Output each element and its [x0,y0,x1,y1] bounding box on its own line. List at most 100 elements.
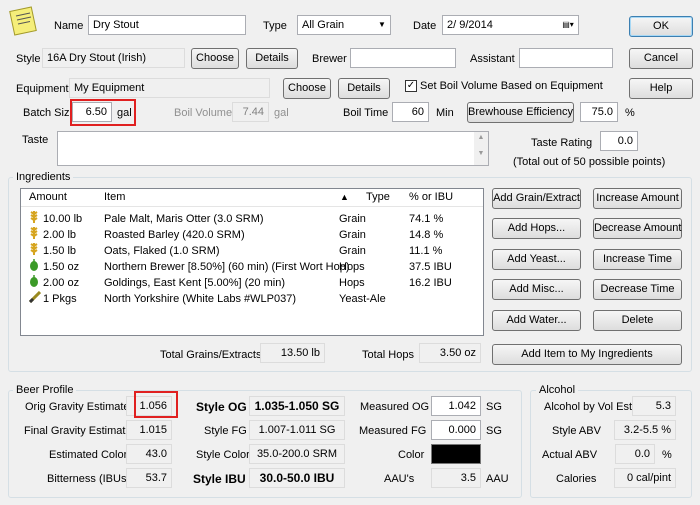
col-item[interactable]: Item [104,191,125,203]
add-hops-button[interactable]: Add Hops... [492,218,581,239]
ingredient-ibu: 11.1 % [409,245,443,257]
measured-fg-input[interactable]: 0.000 [431,420,481,440]
add-water-button[interactable]: Add Water... [492,310,581,331]
batch-size-label: Batch Size [23,107,76,119]
style-abv-field: 3.2-5.5 % [614,420,676,440]
style-color-field: 35.0-200.0 SRM [249,444,345,464]
style-fg-field: 1.007-1.011 SG [249,420,345,440]
beer-profile-group-title: Beer Profile [13,384,77,396]
og-highlight [134,391,178,418]
delete-button[interactable]: Delete [593,310,682,331]
style-ibu-label: Style IBU [193,472,246,486]
measured-fg-label: Measured FG [359,425,427,437]
brewhouse-efficiency-unit: % [625,107,635,119]
increase-amount-button[interactable]: Increase Amount [593,188,682,209]
app-icon [8,6,38,36]
style-og-field: 1.035-1.050 SG [249,396,345,416]
taste-rating-label: Taste Rating [531,137,593,149]
ingredient-ibu: 74.1 % [409,213,444,225]
ingredient-amount: 2.00 lb [43,229,77,241]
actual-abv-unit: % [662,449,672,461]
style-label: Style [16,53,41,65]
assistant-input[interactable] [519,48,613,68]
scroll-up-icon: ▲ [477,134,485,141]
help-button[interactable]: Help [629,78,693,99]
ingredient-row[interactable]: 10.00 lb Pale Malt, Maris Otter (3.0 SRM… [21,211,483,227]
ingredient-amount: 2.00 oz [43,277,80,289]
hops-icon [29,275,39,287]
cancel-button[interactable]: Cancel [629,48,693,69]
taste-textarea[interactable] [57,131,489,166]
boil-time-label: Boil Time [343,107,389,119]
measured-og-unit: SG [486,401,502,413]
boil-time-input[interactable]: 60 [392,102,429,122]
boil-volume-label: Boil Volume [174,107,233,119]
set-boil-checkbox[interactable]: ✓ [405,80,417,92]
ingredient-type: Grain [339,245,366,257]
type-select[interactable]: All Grain ▼ [297,15,391,35]
style-fg-label: Style FG [204,425,247,437]
ingredient-row[interactable]: 2.00 lb Roasted Barley (420.0 SRM) Grain… [21,227,483,243]
ibu-label: Bitterness (IBUs) [47,473,131,485]
style-choose-button[interactable]: Choose [191,48,239,69]
add-misc-button[interactable]: Add Misc... [492,279,581,300]
add-grain-button[interactable]: Add Grain/Extract [492,188,581,209]
actual-abv-field: 0.0 [615,444,655,464]
ingredient-type: Hops [339,277,365,289]
add-to-my-ingredients-button[interactable]: Add Item to My Ingredients [492,344,682,365]
grain-icon [29,211,39,223]
ingredient-row[interactable]: 2.00 oz Goldings, East Kent [5.00%] (20 … [21,275,483,291]
ingredient-item: North Yorkshire (White Labs #WLP037) [104,293,296,305]
hops-icon [29,259,39,271]
style-details-button[interactable]: Details [246,48,298,69]
alcohol-group-title: Alcohol [536,384,579,396]
ingredient-type: Grain [339,229,366,241]
actual-abv-label: Actual ABV [542,449,598,461]
estimated-color-field: 43.0 [126,444,172,464]
ingredient-row[interactable]: 1 Pkgs North Yorkshire (White Labs #WLP0… [21,290,483,307]
style-abv-label: Style ABV [552,425,601,437]
brewhouse-efficiency-button[interactable]: Brewhouse Efficiency [467,102,574,123]
total-hops-label: Total Hops [362,349,414,361]
measured-og-input[interactable]: 1.042 [431,396,481,416]
aau-unit: AAU [486,473,509,485]
equipment-details-button[interactable]: Details [338,78,390,99]
date-label: Date [413,20,437,32]
ok-button[interactable]: OK [629,16,693,37]
increase-time-button[interactable]: Increase Time [593,249,682,270]
date-picker[interactable]: 2/ 9/2014 ▤▾ [442,15,579,35]
col-type[interactable]: Type [366,191,390,203]
chevron-down-icon: ▼ [378,20,386,29]
grain-icon [29,227,39,239]
ingredient-row[interactable]: 1.50 lb Oats, Flaked (1.0 SRM) Grain 11.… [21,243,483,259]
taste-label: Taste [22,134,49,146]
aau-field: 3.5 [431,468,481,488]
name-label: Name [54,20,84,32]
equipment-field: My Equipment [69,78,270,98]
decrease-time-button[interactable]: Decrease Time [593,279,682,300]
ingredient-amount: 1.50 oz [43,261,80,273]
taste-rating-input[interactable]: 0.0 [600,131,638,151]
equipment-choose-button[interactable]: Choose [283,78,331,99]
col-amount[interactable]: Amount [29,191,67,203]
add-yeast-button[interactable]: Add Yeast... [492,249,581,270]
style-ibu-field: 30.0-50.0 IBU [249,468,345,488]
name-input[interactable]: Dry Stout [88,15,246,35]
taste-scrollbar[interactable]: ▲ ▼ [474,132,488,165]
ingredient-amount: 10.00 lb [43,213,83,225]
abv-field: 5.3 [632,396,676,416]
brewer-label: Brewer [312,53,347,65]
brewer-input[interactable] [350,48,456,68]
brewhouse-efficiency-input[interactable]: 75.0 [580,102,618,122]
set-boil-label: Set Boil Volume Based on Equipment [420,80,603,92]
col-ibu[interactable]: % or IBU [409,191,453,203]
grain-icon [29,243,39,255]
decrease-amount-button[interactable]: Decrease Amount [593,218,682,239]
style-og-label: Style OG [196,400,247,414]
boil-volume-unit: gal [274,107,289,119]
ingredient-row[interactable]: 1.50 oz Northern Brewer [8.50%] (60 min)… [21,259,483,275]
ingredient-amount: 1.50 lb [43,245,77,257]
assistant-label: Assistant [470,53,515,65]
ingredients-list[interactable]: Amount Item ▲ Type % or IBU 10.00 lb Pal… [20,188,484,336]
boil-time-unit: Min [436,107,454,119]
